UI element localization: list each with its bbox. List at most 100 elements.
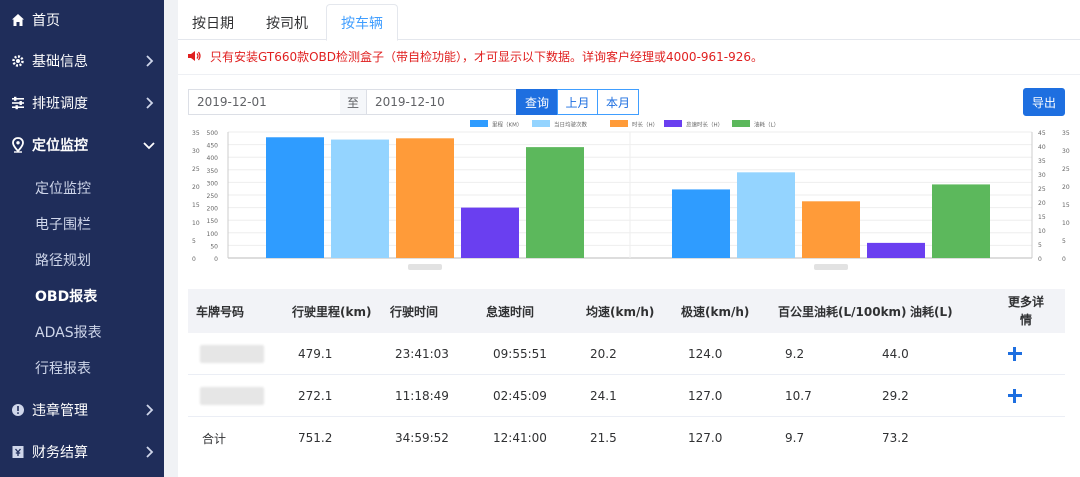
sidebar-item-label: 排班调度 [32,96,88,112]
chevron-right-icon [146,404,154,416]
sidebar-item-violations[interactable]: 违章管理 [0,390,164,430]
sidebar-item-label: 违章管理 [32,403,88,419]
y-tick-label-outer: 30 [192,148,200,155]
sidebar-subitem-route-planning[interactable]: 路径规划 [0,242,164,278]
notice-text: 只有安装GT660款OBD检测盒子（带自检功能），才可显示以下数据。详询客户经理… [210,49,764,64]
sidebar-item-label: 基础信息 [32,54,88,70]
chart-bar [932,184,990,258]
tab-by-driver[interactable]: 按司机 [252,4,322,41]
chart-bar [867,242,925,258]
home-icon [10,12,26,28]
chart-bar [461,207,519,258]
cell-fuel: 44.0 [882,346,909,361]
sidebar-subitem-obd-report[interactable]: OBD报表 [0,278,164,314]
cell-max-speed: 124.0 [688,346,723,361]
cell-idle-time: 09:55:51 [493,346,547,361]
y2-tick-label: 30 [1038,172,1046,179]
cell-avg-speed: 24.1 [590,388,617,403]
chevron-down-icon [143,142,155,150]
sidebar-subitem-geofence[interactable]: 电子围栏 [0,206,164,242]
legend-label: 里程（KM） [492,121,522,129]
y-tick-label: 250 [207,193,219,200]
main-panel: 按日期 按司机 按车辆 只有安装GT660款OBD检测盒子（带自检功能），才可显… [178,0,1080,477]
query-button[interactable]: 查询 [516,89,558,115]
total-idle-time: 12:41:00 [493,431,547,445]
table-total-row: 合计 751.2 34:59:52 12:41:00 21.5 127.0 9.… [188,417,1065,459]
chart-bar [396,138,454,258]
total-drive-time: 34:59:52 [395,431,449,445]
sidebar-item-label: 财务结算 [32,445,88,461]
y2-tick-label-outer: 5 [1062,238,1066,245]
sidebar-subitem-label: 电子围栏 [35,217,91,233]
cell-avg-speed: 20.2 [590,346,617,361]
sidebar-subitem-trip-report[interactable]: 行程报表 [0,350,164,386]
y-tick-label: 200 [207,206,219,213]
sidebar-item-home[interactable]: 首页 [0,0,164,40]
y2-tick-label: 25 [1038,186,1046,193]
this-month-button[interactable]: 本月 [597,89,639,115]
total-fuel-per-100: 9.7 [785,431,805,445]
tab-by-vehicle[interactable]: 按车辆 [326,4,398,41]
y2-tick-label: 10 [1038,228,1046,235]
chart-bar [737,172,795,258]
legend-swatch [470,120,488,127]
y-tick-label-outer: 35 [192,130,200,137]
divider [178,74,1080,75]
y2-tick-label-outer: 15 [1062,202,1070,209]
last-month-button[interactable]: 上月 [557,89,598,115]
table-header: 车牌号码 行驶里程(km) 行驶时间 怠速时间 均速(km/h) 极速(km/h… [188,289,1065,333]
total-fuel: 73.2 [882,431,909,445]
chart-bar [331,139,389,258]
sidebar-subitem-label: 路径规划 [35,253,91,269]
legend-swatch [610,120,628,127]
legend-label: 怠速时长（H） [686,121,723,129]
sidebar-subitem-label: 行程报表 [35,361,91,377]
header-max-speed: 极速(km/h) [681,304,750,319]
y-tick-label-outer: 5 [192,238,196,245]
y-tick-label-outer: 25 [192,166,200,173]
sidebar-subitem-location-monitor[interactable]: 定位监控 [0,170,164,206]
export-button[interactable]: 导出 [1023,88,1065,116]
chart-bar [526,147,584,258]
y2-tick-label: 15 [1038,214,1046,221]
sidebar-item-location-monitor[interactable]: 定位监控 [0,125,164,165]
table-row: 272.1 11:18:49 02:45:09 24.1 127.0 10.7 … [188,375,1065,417]
chart-bar [672,189,730,258]
sidebar-item-basic-info[interactable]: 基础信息 [0,41,164,81]
sidebar-subitem-adas-report[interactable]: ADAS报表 [0,314,164,350]
sidebar-item-finance[interactable]: 财务结算 [0,432,164,472]
y-tick-label: 50 [210,243,218,250]
y-tick-label-outer: 15 [192,202,200,209]
total-label: 合计 [202,431,227,446]
finance-icon [10,444,26,460]
vehicle-bar-chart: 0510152025303505010015020025030035040045… [192,120,1070,270]
chart-bar [266,137,324,258]
plate-number-redacted [200,386,264,405]
header-mileage: 行驶里程(km) [292,304,372,319]
cell-idle-time: 02:45:09 [493,388,547,403]
y2-tick-label: 40 [1038,144,1046,151]
y2-tick-label: 5 [1038,242,1042,249]
start-date-input[interactable]: 2019-12-01 [188,89,341,115]
end-date-input[interactable]: 2019-12-10 [366,89,517,115]
cell-max-speed: 127.0 [688,388,723,403]
expand-plus-icon[interactable] [1008,347,1022,361]
y-tick-label: 0 [214,256,218,263]
sidebar-subitem-label: OBD报表 [35,289,98,305]
tab-by-date[interactable]: 按日期 [178,4,248,41]
chevron-right-icon [146,446,154,458]
legend-label: 当日均驶次数 [554,121,588,129]
total-mileage: 751.2 [298,431,333,445]
sidebar: 首页 基础信息 排班调度 定位监控 定位监控 电子围栏 路径规划 OBD报表 A… [0,0,164,477]
cell-drive-time: 23:41:03 [395,346,449,361]
expand-plus-icon[interactable] [1008,389,1022,403]
y-tick-label: 350 [207,168,219,175]
legend-swatch [532,120,550,127]
notice-bar: 只有安装GT660款OBD检测盒子（带自检功能），才可显示以下数据。详询客户经理… [186,44,763,68]
y2-tick-label: 45 [1038,130,1046,137]
sidebar-item-scheduling[interactable]: 排班调度 [0,83,164,123]
sidebar-subitem-label: ADAS报表 [35,325,102,341]
sliders-icon [10,95,26,111]
total-max-speed: 127.0 [688,431,723,445]
cell-mileage: 272.1 [298,388,333,403]
